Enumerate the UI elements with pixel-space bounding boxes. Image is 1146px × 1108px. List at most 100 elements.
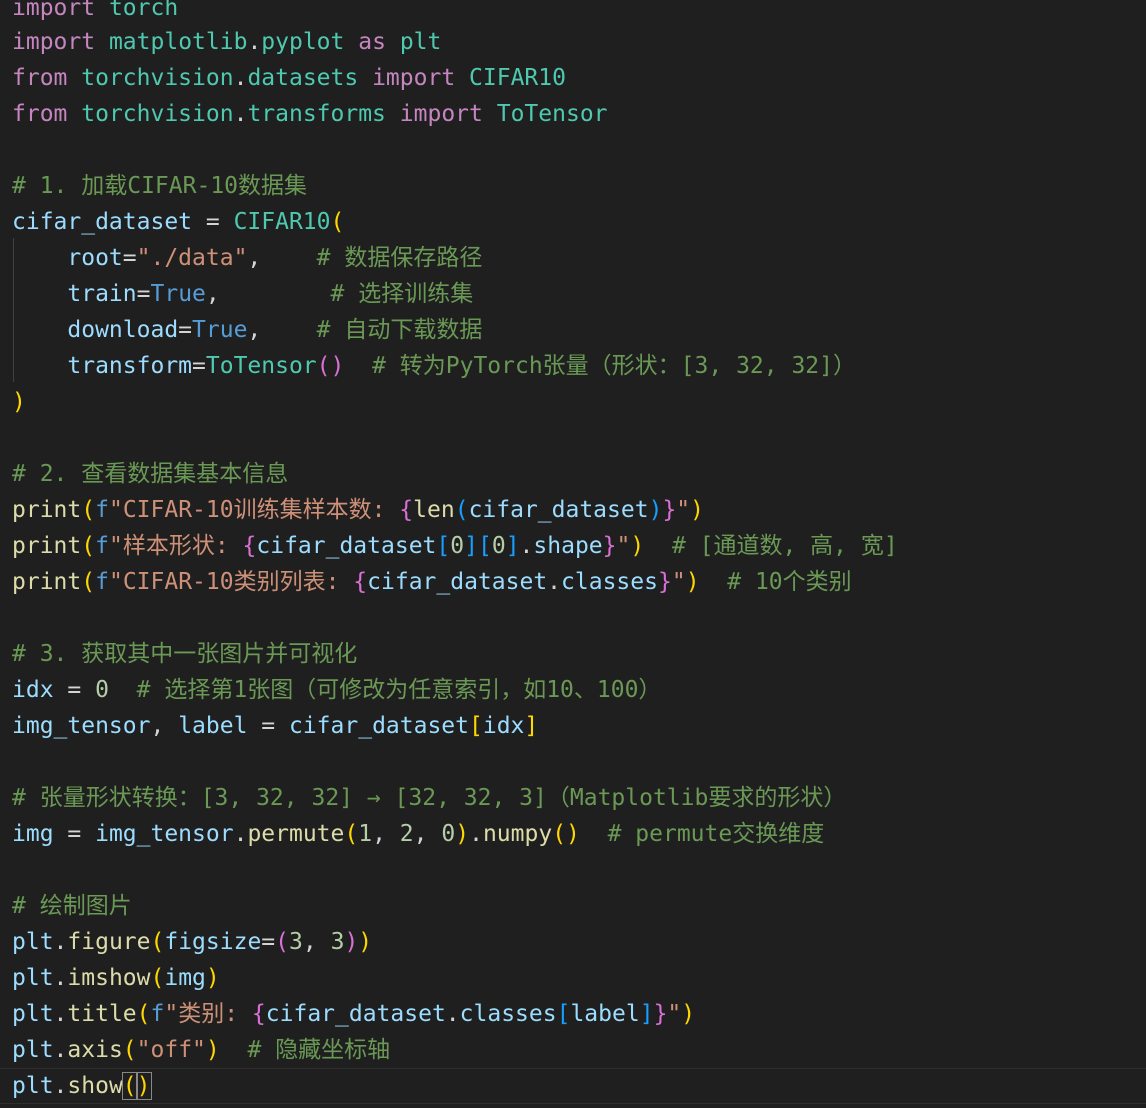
code-line[interactable]: plt.imshow(img) xyxy=(12,960,220,996)
code-token: . xyxy=(53,965,68,991)
code-line[interactable]: # 1. 加载CIFAR-10数据集 xyxy=(12,168,307,204)
code-line[interactable]: print(f"CIFAR-10类别列表: {cifar_dataset.cla… xyxy=(12,564,852,600)
code-token: ( xyxy=(344,821,359,847)
code-line[interactable]: root="./data", # 数据保存路径 xyxy=(12,240,482,276)
code-line[interactable]: import torch xyxy=(12,0,178,26)
code-token: torch xyxy=(108,0,179,21)
code-token: , xyxy=(302,929,331,955)
code-token: 3 xyxy=(330,929,345,955)
code-token: classes xyxy=(561,569,658,595)
code-token: ) xyxy=(205,965,220,991)
code-token: print xyxy=(12,533,82,559)
code-token: [ xyxy=(556,1001,571,1027)
code-token: "类别: xyxy=(164,1001,252,1027)
code-line[interactable]: img = img_tensor.permute(1, 2, 0).numpy(… xyxy=(12,816,824,852)
code-token: torchvision xyxy=(81,101,234,127)
code-token: plt xyxy=(12,1073,54,1099)
code-comment: # 选择训练集 xyxy=(330,281,474,307)
code-line[interactable]: print(f"CIFAR-10训练集样本数: {len(cifar_datas… xyxy=(12,492,704,528)
code-token: = xyxy=(53,677,96,703)
code-token: idx xyxy=(12,677,54,703)
code-token: CIFAR10 xyxy=(233,209,331,235)
code-token: f xyxy=(95,497,109,523)
code-line[interactable]: ) xyxy=(12,384,26,420)
code-token: . xyxy=(547,569,562,595)
code-token: ToTensor xyxy=(205,353,317,379)
code-token: True xyxy=(150,281,206,307)
code-token: . xyxy=(233,65,248,91)
code-token: 0 xyxy=(450,533,465,559)
code-line[interactable]: idx = 0 # 选择第1张图（可修改为任意索引，如10、100） xyxy=(12,672,661,708)
code-token: " xyxy=(676,497,691,523)
code-token: label xyxy=(178,713,248,739)
code-token: . xyxy=(519,533,534,559)
code-line[interactable]: plt.figure(figsize=(3, 3)) xyxy=(12,924,372,960)
code-token: ) xyxy=(344,929,359,955)
code-token: import xyxy=(12,29,96,55)
code-token: "off" xyxy=(136,1037,206,1063)
code-token: ) xyxy=(630,533,645,559)
code-token: ) xyxy=(205,1037,220,1063)
code-token: ) xyxy=(681,1001,696,1027)
code-editor[interactable]: import torch import matplotlib.pyplot as … xyxy=(0,0,1146,1108)
code-line[interactable]: img_tensor, label = cifar_dataset[idx] xyxy=(12,708,538,744)
code-token: cifar_dataset xyxy=(12,209,193,235)
code-token: figure xyxy=(67,929,151,955)
code-line[interactable]: plt.show() xyxy=(12,1068,152,1104)
code-token: numpy xyxy=(482,821,553,847)
code-line[interactable]: transform=ToTensor() # 转为PyTorch张量（形状：[3… xyxy=(12,348,856,384)
current-line-highlight xyxy=(0,1068,1146,1104)
code-line[interactable]: # 2. 查看数据集基本信息 xyxy=(12,456,288,492)
code-token: plt xyxy=(12,1037,54,1063)
code-token: ( xyxy=(454,497,469,523)
code-line[interactable]: from torchvision.datasets import CIFAR10 xyxy=(12,60,566,96)
code-token: ( xyxy=(150,929,165,955)
code-token: . xyxy=(53,1073,68,1099)
code-token: pyplot xyxy=(261,29,345,55)
code-line[interactable]: # 张量形状转换：[3, 32, 32] → [32, 32, 3]（Matpl… xyxy=(12,780,846,816)
code-token: cifar_dataset xyxy=(288,713,469,739)
code-token: ) xyxy=(648,497,663,523)
code-token: { xyxy=(251,1001,266,1027)
code-line[interactable]: train=True, # 选择训练集 xyxy=(12,276,473,312)
code-token: "CIFAR-10训练集样本数: xyxy=(108,497,400,523)
code-token: f xyxy=(95,569,109,595)
code-line[interactable]: import matplotlib.pyplot as plt xyxy=(12,24,441,60)
code-line[interactable]: plt.axis("off") # 隐藏坐标轴 xyxy=(12,1032,390,1068)
code-line[interactable]: plt.title(f"类别: {cifar_dataset.classes[l… xyxy=(12,996,695,1032)
code-token: torchvision xyxy=(81,65,234,91)
code-line[interactable]: print(f"样本形状: {cifar_dataset[0][0].shape… xyxy=(12,528,898,564)
code-token: transform xyxy=(67,353,193,379)
code-line[interactable]: # 3. 获取其中一张图片并可视化 xyxy=(12,636,357,672)
code-token: . xyxy=(53,929,68,955)
code-line[interactable]: cifar_dataset = CIFAR10( xyxy=(12,204,344,240)
code-token: matplotlib xyxy=(108,29,248,55)
code-token: } xyxy=(662,497,677,523)
code-token: ] xyxy=(639,1001,654,1027)
code-token: f xyxy=(95,533,109,559)
code-token: , xyxy=(247,245,317,271)
code-token: [ xyxy=(469,713,483,739)
code-line[interactable]: from torchvision.transforms import ToTen… xyxy=(12,96,608,132)
code-line[interactable]: download=True, # 自动下载数据 xyxy=(12,312,482,348)
code-comment: # 数据保存路径 xyxy=(316,245,483,271)
code-token: permute xyxy=(247,821,345,847)
code-token: ( xyxy=(122,1037,137,1063)
code-token: len xyxy=(413,497,455,523)
code-token: img_tensor xyxy=(95,821,234,847)
code-token: ] xyxy=(505,533,520,559)
code-token: ( xyxy=(136,1001,151,1027)
code-line[interactable]: # 绘制图片 xyxy=(12,888,132,924)
